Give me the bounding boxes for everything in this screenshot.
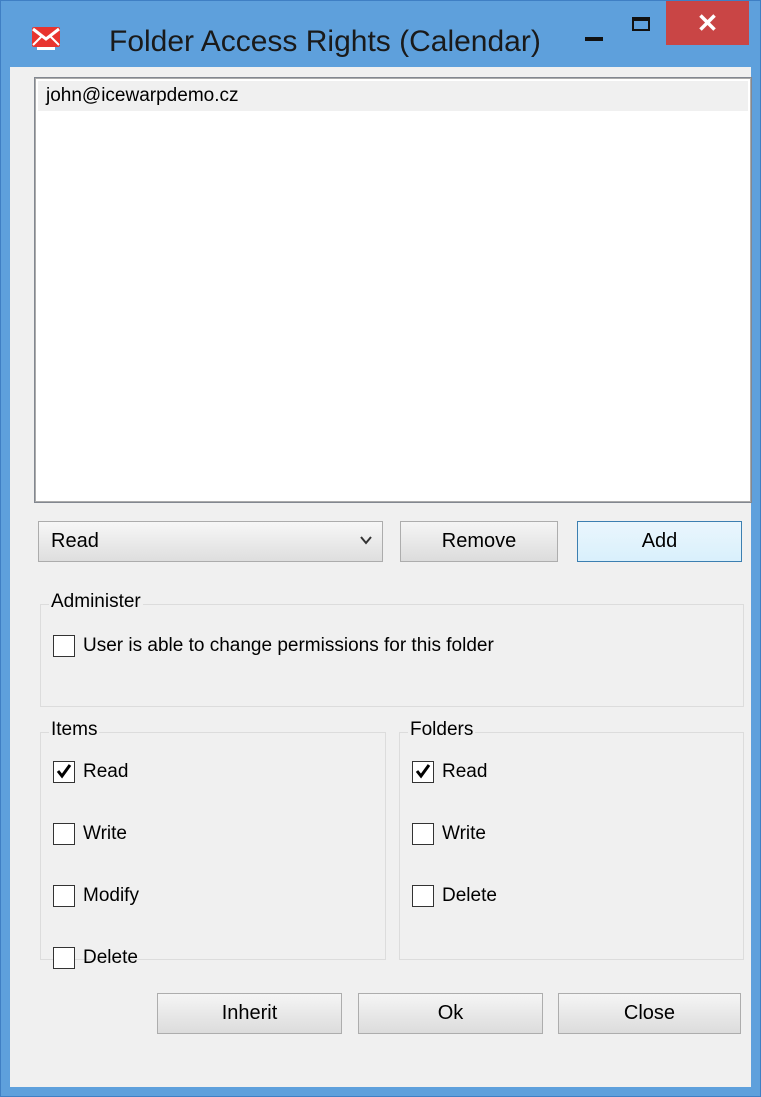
folders-group-label: Folders	[408, 719, 476, 741]
app-logo-icon	[32, 27, 60, 50]
checkmark-icon	[415, 764, 431, 779]
minimize-button[interactable]	[579, 11, 613, 47]
folders-delete-label: Delete	[442, 885, 497, 906]
items-delete-label: Delete	[83, 947, 138, 968]
change-permissions-label: User is able to change permissions for t…	[83, 635, 494, 656]
items-write-checkbox-row[interactable]: Write	[53, 823, 127, 845]
change-permissions-checkbox[interactable]	[53, 635, 75, 657]
user-list[interactable]: john@icewarpdemo.cz	[34, 77, 752, 503]
dialog-content: john@icewarpdemo.cz Read Remove Add Admi…	[10, 67, 752, 1087]
folders-delete-checkbox[interactable]	[412, 885, 434, 907]
items-group: Items Read Write Modify Delete	[40, 719, 386, 969]
folders-delete-checkbox-row[interactable]: Delete	[412, 885, 497, 907]
items-read-label: Read	[83, 761, 129, 782]
items-write-label: Write	[83, 823, 127, 844]
rights-dropdown[interactable]: Read	[38, 521, 383, 562]
folders-write-checkbox-row[interactable]: Write	[412, 823, 486, 845]
list-item[interactable]: john@icewarpdemo.cz	[38, 81, 748, 111]
dialog-window: Folder Access Rights (Calendar) ✕ john@i…	[0, 0, 761, 1097]
change-permissions-checkbox-row[interactable]: User is able to change permissions for t…	[53, 635, 494, 657]
items-group-label: Items	[49, 719, 100, 741]
administer-group-label: Administer	[49, 591, 143, 613]
folders-read-checkbox[interactable]	[412, 761, 434, 783]
items-delete-checkbox[interactable]	[53, 947, 75, 969]
folders-write-label: Write	[442, 823, 486, 844]
folders-read-label: Read	[442, 761, 488, 782]
close-button[interactable]: Close	[558, 993, 741, 1034]
checkmark-icon	[56, 764, 72, 779]
inherit-button[interactable]: Inherit	[157, 993, 342, 1034]
items-delete-checkbox-row[interactable]: Delete	[53, 947, 138, 969]
add-button[interactable]: Add	[577, 521, 742, 562]
close-window-button[interactable]: ✕	[666, 1, 749, 45]
rights-dropdown-value: Read	[51, 530, 99, 552]
window-title: Folder Access Rights (Calendar)	[109, 25, 541, 58]
items-write-checkbox[interactable]	[53, 823, 75, 845]
ok-button[interactable]: Ok	[358, 993, 543, 1034]
folders-group: Folders Read Write Delete	[399, 719, 744, 960]
administer-group: Administer User is able to change permis…	[40, 591, 744, 707]
folders-read-checkbox-row[interactable]: Read	[412, 761, 487, 783]
items-modify-label: Modify	[83, 885, 139, 906]
remove-button[interactable]: Remove	[400, 521, 558, 562]
title-bar[interactable]: Folder Access Rights (Calendar) ✕	[1, 1, 760, 67]
maximize-button[interactable]	[626, 11, 660, 47]
close-icon: ✕	[696, 7, 719, 38]
items-read-checkbox[interactable]	[53, 761, 75, 783]
items-modify-checkbox-row[interactable]: Modify	[53, 885, 139, 907]
folders-write-checkbox[interactable]	[412, 823, 434, 845]
items-read-checkbox-row[interactable]: Read	[53, 761, 128, 783]
items-modify-checkbox[interactable]	[53, 885, 75, 907]
chevron-down-icon	[360, 536, 372, 545]
